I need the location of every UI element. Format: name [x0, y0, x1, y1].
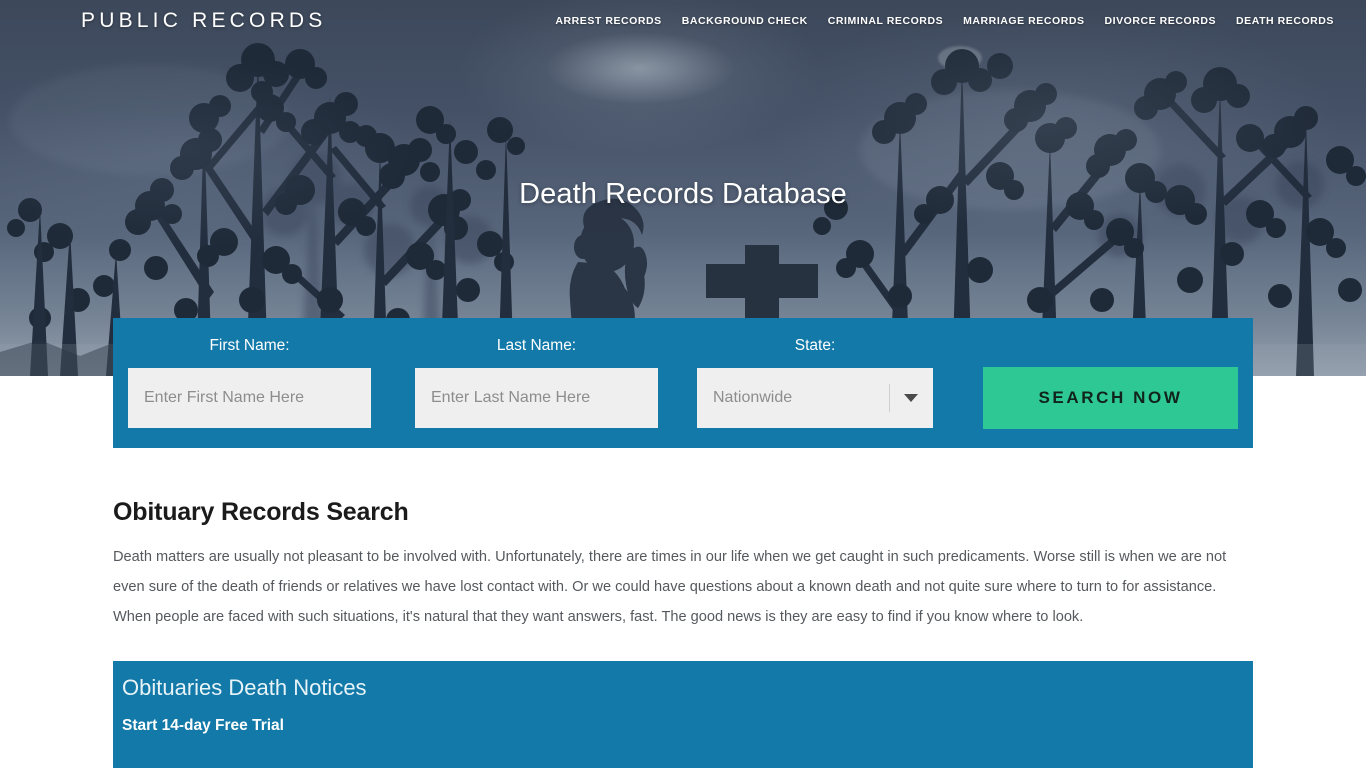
state-selected-value: Nationwide — [713, 388, 793, 406]
last-name-label: Last Name: — [496, 337, 577, 354]
search-form: First Name: Last Name: State: Nationwide… — [113, 318, 1253, 448]
first-name-input[interactable] — [128, 367, 371, 428]
nav-item-arrest-records[interactable]: ARREST RECORDS — [545, 15, 671, 27]
state-label: State: — [794, 337, 836, 354]
state-field-group: State: Nationwide — [697, 338, 933, 428]
last-name-input[interactable] — [415, 367, 658, 428]
search-now-button[interactable]: SEARCH NOW — [983, 367, 1238, 429]
site-logo[interactable]: PUBLIC RECORDS — [81, 9, 327, 33]
first-name-label: First Name: — [209, 337, 290, 354]
site-header: PUBLIC RECORDS ARREST RECORDS BACKGROUND… — [0, 0, 1366, 42]
nav-item-divorce-records[interactable]: DIVORCE RECORDS — [1095, 15, 1227, 27]
promo-title: Obituaries Death Notices — [122, 675, 367, 700]
promo-panel[interactable]: Obituaries Death Notices Start 14-day Fr… — [113, 661, 1253, 768]
main-navigation: ARREST RECORDS BACKGROUND CHECK CRIMINAL… — [545, 15, 1344, 27]
last-name-input-wrapper — [415, 367, 658, 428]
first-name-input-wrapper — [128, 367, 371, 428]
nav-item-death-records[interactable]: DEATH RECORDS — [1226, 15, 1344, 27]
first-name-field-group: First Name: — [128, 338, 371, 428]
page-title: Death Records Database — [519, 178, 847, 210]
state-select[interactable]: Nationwide — [697, 367, 933, 428]
nav-item-background-check[interactable]: BACKGROUND CHECK — [672, 15, 818, 27]
promo-subtitle: Start 14-day Free Trial — [122, 717, 284, 734]
last-name-field-group: Last Name: — [415, 338, 658, 428]
nav-item-criminal-records[interactable]: CRIMINAL RECORDS — [818, 15, 953, 27]
chevron-down-icon — [904, 393, 918, 402]
nav-item-marriage-records[interactable]: MARRIAGE RECORDS — [953, 15, 1094, 27]
select-divider — [889, 383, 890, 412]
section-title: Obituary Records Search — [113, 498, 409, 526]
section-paragraph: Death matters are usually not pleasant t… — [113, 549, 1227, 625]
